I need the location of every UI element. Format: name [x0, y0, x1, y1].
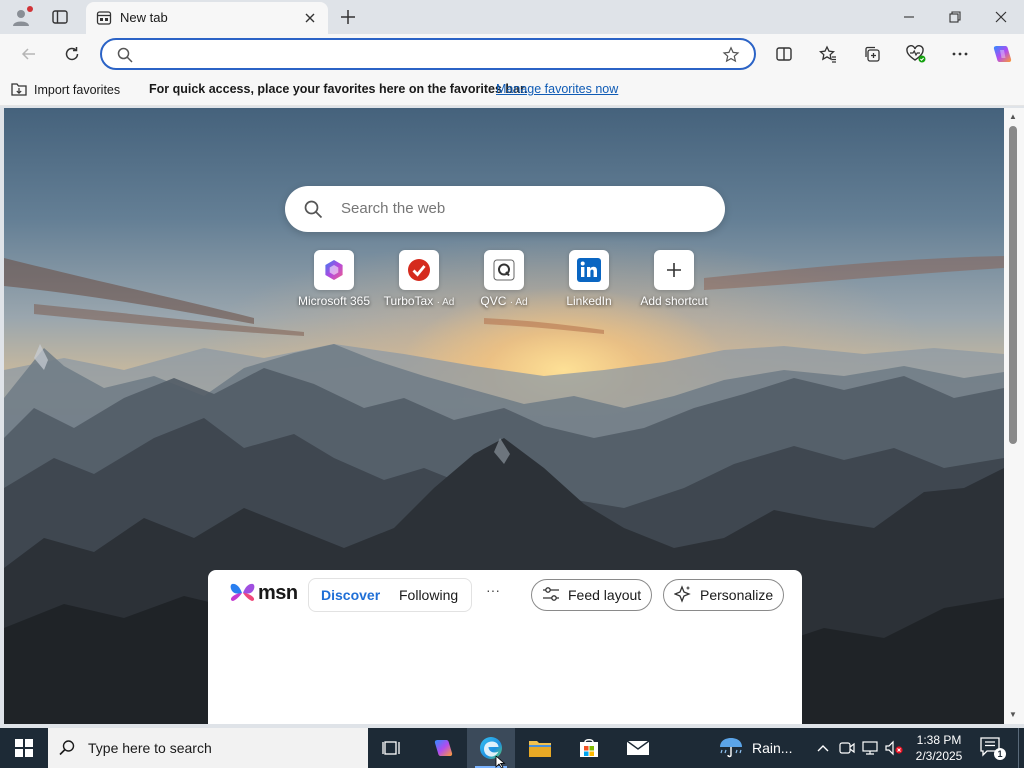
shortcut-label: LinkedIn — [566, 294, 612, 308]
collections-button[interactable] — [857, 40, 887, 68]
msn-butterfly-icon — [230, 583, 255, 601]
navigation-bar — [0, 34, 1024, 74]
shortcut-turbotax[interactable]: TurboTax · Ad — [371, 250, 467, 310]
volume-muted-icon[interactable] — [884, 738, 904, 758]
sliders-icon — [542, 586, 560, 605]
network-icon[interactable] — [860, 738, 880, 758]
shortcut-label: Microsoft 365 — [297, 294, 371, 308]
favorites-button[interactable] — [813, 40, 843, 68]
search-icon — [58, 739, 76, 757]
feed-layout-label: Feed layout — [568, 587, 642, 603]
new-tab-page: Search the web Microsoft 365 TurboTax · … — [4, 108, 1004, 724]
msn-logo-text: msn — [258, 581, 298, 604]
feed-layout-button[interactable]: Feed layout — [531, 579, 653, 611]
start-button[interactable] — [0, 728, 48, 768]
tab-actions-icon[interactable] — [50, 7, 70, 27]
linkedin-icon — [569, 250, 609, 290]
import-icon — [10, 81, 28, 100]
shortcut-linkedin[interactable]: LinkedIn — [541, 250, 637, 310]
plus-icon — [654, 250, 694, 290]
close-tab-icon[interactable] — [300, 8, 320, 28]
shortcut-label: QVC · Ad — [480, 294, 528, 308]
restore-button[interactable] — [932, 0, 978, 34]
store-icon — [580, 739, 598, 757]
mail-icon — [626, 740, 650, 755]
add-favorite-star-icon[interactable] — [722, 46, 740, 64]
back-button[interactable] — [14, 40, 44, 68]
notification-center-button[interactable]: 1 — [978, 736, 1006, 760]
refresh-button[interactable] — [57, 40, 87, 68]
show-hidden-icons-chevron-icon[interactable] — [813, 738, 833, 758]
show-desktop-button[interactable] — [1018, 728, 1024, 768]
taskbar-microsoft-store-app[interactable] — [565, 728, 613, 768]
personalize-label: Personalize — [700, 587, 774, 603]
turbotax-icon — [399, 250, 439, 290]
mouse-pointer-icon — [495, 756, 506, 768]
manage-favorites-link[interactable]: Manage favorites now — [496, 82, 618, 96]
tab-discover[interactable]: Discover — [321, 587, 380, 603]
taskbar-file-explorer-app[interactable] — [516, 728, 564, 768]
feed-tabs: Discover Following — [308, 578, 472, 612]
shortcut-add-shortcut[interactable]: Add shortcut — [626, 250, 722, 310]
windows-taskbar: Type here to search Rain... 1:38 PM 2/3/… — [0, 728, 1024, 768]
task-view-icon — [382, 741, 400, 755]
weather-text: Rain... — [752, 740, 793, 756]
qvc-icon — [484, 250, 524, 290]
settings-and-more-button[interactable] — [945, 40, 975, 68]
profile-icon[interactable] — [10, 6, 33, 28]
taskbar-search-box[interactable]: Type here to search — [48, 728, 368, 768]
meet-now-icon[interactable] — [837, 738, 857, 758]
close-window-button[interactable] — [978, 0, 1024, 34]
task-view-button[interactable] — [368, 728, 416, 768]
notification-dot — [27, 6, 33, 12]
taskbar-search-placeholder: Type here to search — [88, 740, 212, 756]
search-icon — [303, 199, 323, 219]
scroll-down-arrow-icon[interactable]: ▼ — [1008, 710, 1018, 720]
new-tab-favicon-icon — [96, 10, 112, 26]
tab-following[interactable]: Following — [399, 587, 458, 603]
shortcut-qvc[interactable]: QVC · Ad — [456, 250, 552, 310]
shortcut-microsoft-365[interactable]: Microsoft 365 — [286, 250, 382, 310]
page-scrollbar[interactable]: ▲ ▼ — [1004, 108, 1024, 724]
notification-count-badge: 1 — [994, 748, 1006, 760]
search-placeholder: Search the web — [341, 200, 446, 217]
umbrella-rain-icon — [720, 738, 742, 758]
msn-feed-panel: msn Discover Following ··· Feed layout P… — [208, 570, 802, 724]
import-favorites-label: Import favorites — [34, 83, 121, 97]
taskbar-copilot-app[interactable] — [419, 728, 467, 768]
split-screen-button[interactable] — [769, 40, 799, 68]
taskbar-edge-app[interactable] — [467, 728, 515, 768]
clock-date: 2/3/2025 — [915, 749, 963, 763]
search-icon — [116, 46, 134, 64]
folder-icon — [529, 741, 551, 757]
tab-new-tab[interactable]: New tab — [86, 2, 328, 34]
copilot-icon — [434, 740, 453, 756]
favorites-bar: Import favorites For quick access, place… — [0, 74, 1024, 106]
msn-logo[interactable]: msn — [230, 580, 298, 606]
shortcut-label: TurboTax · Ad — [383, 294, 455, 308]
address-bar[interactable] — [100, 38, 756, 70]
new-tab-button[interactable] — [336, 6, 360, 28]
sparkle-icon — [673, 584, 692, 606]
copilot-icon[interactable] — [987, 40, 1017, 68]
clock-time: 1:38 PM — [916, 733, 962, 747]
more-options-button[interactable]: ··· — [486, 582, 500, 598]
web-search-box[interactable]: Search the web — [285, 186, 725, 232]
taskbar-mail-app[interactable] — [614, 728, 662, 768]
shortcut-label: Add shortcut — [640, 294, 708, 308]
favorites-bar-message: For quick access, place your favorites h… — [149, 82, 528, 96]
scroll-up-arrow-icon[interactable]: ▲ — [1008, 112, 1018, 122]
tab-title: New tab — [120, 10, 168, 25]
browser-essentials-button[interactable] — [901, 40, 931, 68]
title-bar: New tab — [0, 0, 1024, 34]
windows-logo-icon — [15, 739, 33, 757]
scrollbar-thumb[interactable] — [1009, 126, 1017, 444]
system-clock[interactable]: 1:38 PM 2/3/2025 — [906, 732, 972, 764]
minimize-button[interactable] — [886, 0, 932, 34]
import-favorites-button[interactable]: Import favorites — [10, 81, 120, 99]
address-input[interactable] — [144, 44, 704, 64]
weather-widget[interactable]: Rain... — [718, 728, 792, 768]
personalize-button[interactable]: Personalize — [663, 579, 785, 611]
microsoft-365-icon — [314, 250, 354, 290]
